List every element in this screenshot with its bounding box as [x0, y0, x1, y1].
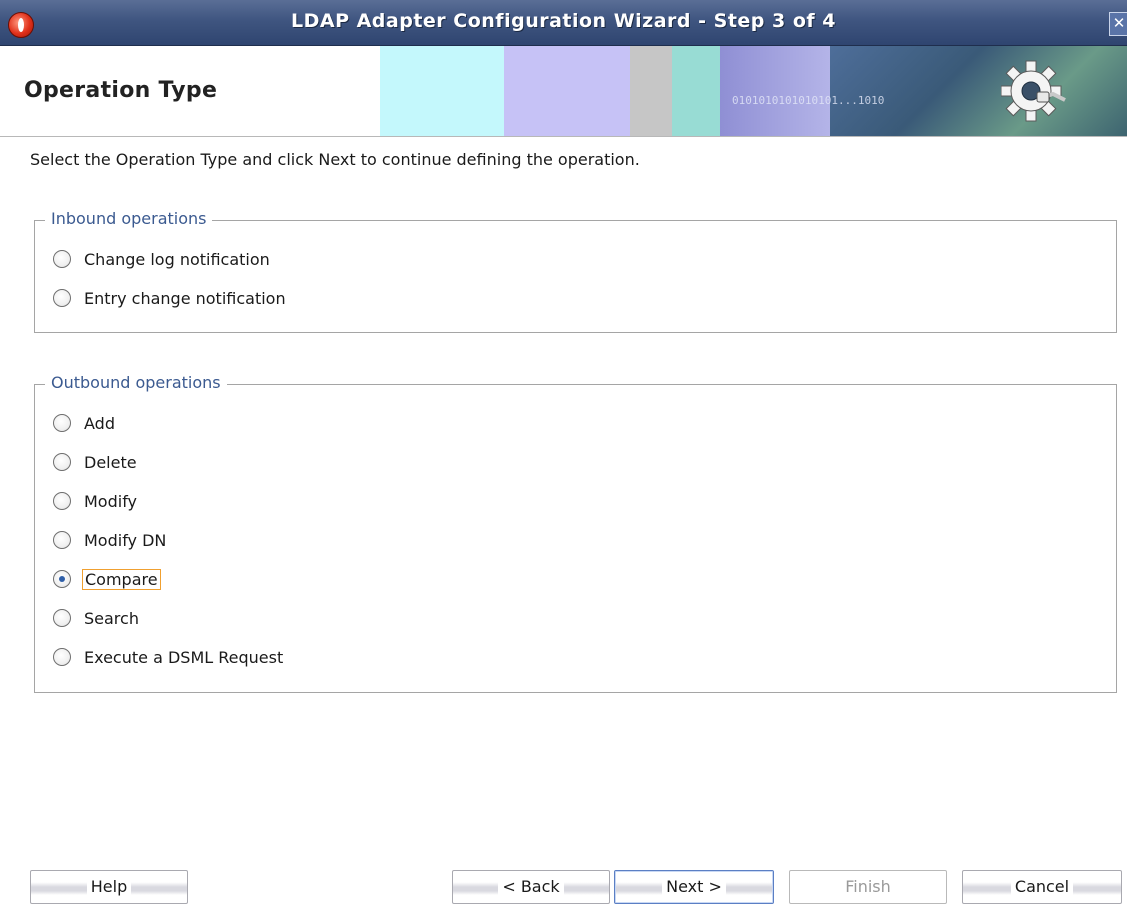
radio-compare[interactable]: Compare — [53, 566, 161, 592]
radio-label: Entry change notification — [84, 288, 286, 308]
radio-add[interactable]: Add — [53, 410, 117, 436]
outbound-operations-group: Outbound operations Add Delete Modify Mo… — [34, 373, 1117, 693]
gear-plug-icon — [1001, 60, 1066, 122]
radio-button[interactable] — [53, 250, 71, 268]
radio-label: Modify — [84, 491, 138, 511]
close-icon[interactable]: ✕ — [1109, 12, 1127, 36]
radio-label: Add — [84, 413, 115, 433]
banner-stripe — [630, 46, 672, 136]
header-banner: 0101010101010101...1010 — [380, 46, 1127, 136]
next-button-label: Next > — [662, 877, 726, 896]
page-title: Operation Type — [24, 78, 218, 103]
finish-button-label: Finish — [841, 877, 895, 896]
outbound-legend: Outbound operations — [45, 373, 227, 392]
radio-entry-change-notification[interactable]: Entry change notification — [53, 285, 288, 311]
radio-button[interactable] — [53, 531, 71, 549]
radio-button[interactable] — [53, 648, 71, 666]
window-title: LDAP Adapter Configuration Wizard - Step… — [290, 10, 836, 32]
radio-label: Delete — [84, 452, 137, 472]
banner-stripe — [830, 46, 1127, 136]
radio-label: Execute a DSML Request — [84, 647, 284, 667]
radio-execute-dsml-request[interactable]: Execute a DSML Request — [53, 644, 285, 670]
title-bar[interactable]: LDAP Adapter Configuration Wizard - Step… — [0, 0, 1127, 46]
banner-stripe — [720, 46, 830, 136]
banner-stripe — [504, 46, 630, 136]
radio-modify[interactable]: Modify — [53, 488, 139, 514]
radio-label: Change log notification — [84, 249, 270, 269]
radio-modify-dn[interactable]: Modify DN — [53, 527, 168, 553]
back-button[interactable]: < Back — [452, 870, 610, 904]
next-button[interactable]: Next > — [614, 870, 774, 904]
banner-stripe — [380, 46, 504, 136]
radio-label: Search — [84, 608, 139, 628]
banner-binary-text: 0101010101010101...1010 — [732, 94, 885, 107]
radio-search[interactable]: Search — [53, 605, 141, 631]
cancel-button[interactable]: Cancel — [962, 870, 1122, 904]
radio-button[interactable] — [53, 453, 71, 471]
cancel-button-label: Cancel — [1010, 877, 1074, 896]
radio-button[interactable] — [53, 414, 71, 432]
banner-stripe — [672, 46, 720, 136]
radio-button[interactable] — [53, 289, 71, 307]
inbound-operations-group: Inbound operations Change log notificati… — [34, 209, 1117, 333]
back-button-label: < Back — [498, 877, 564, 896]
wizard-header: Operation Type 0101010101010101...1010 — [0, 46, 1127, 137]
radio-label: Compare — [82, 568, 161, 590]
help-button-label: Help — [86, 877, 132, 896]
radio-delete[interactable]: Delete — [53, 449, 139, 475]
radio-button[interactable] — [53, 609, 71, 627]
help-button[interactable]: Help — [30, 870, 188, 904]
radio-button-selected[interactable] — [53, 570, 71, 588]
radio-button[interactable] — [53, 492, 71, 510]
inbound-legend: Inbound operations — [45, 209, 213, 228]
instruction-text: Select the Operation Type and click Next… — [30, 150, 640, 169]
radio-label: Modify DN — [84, 530, 167, 550]
finish-button[interactable]: Finish — [789, 870, 947, 904]
radio-change-log-notification[interactable]: Change log notification — [53, 246, 272, 272]
